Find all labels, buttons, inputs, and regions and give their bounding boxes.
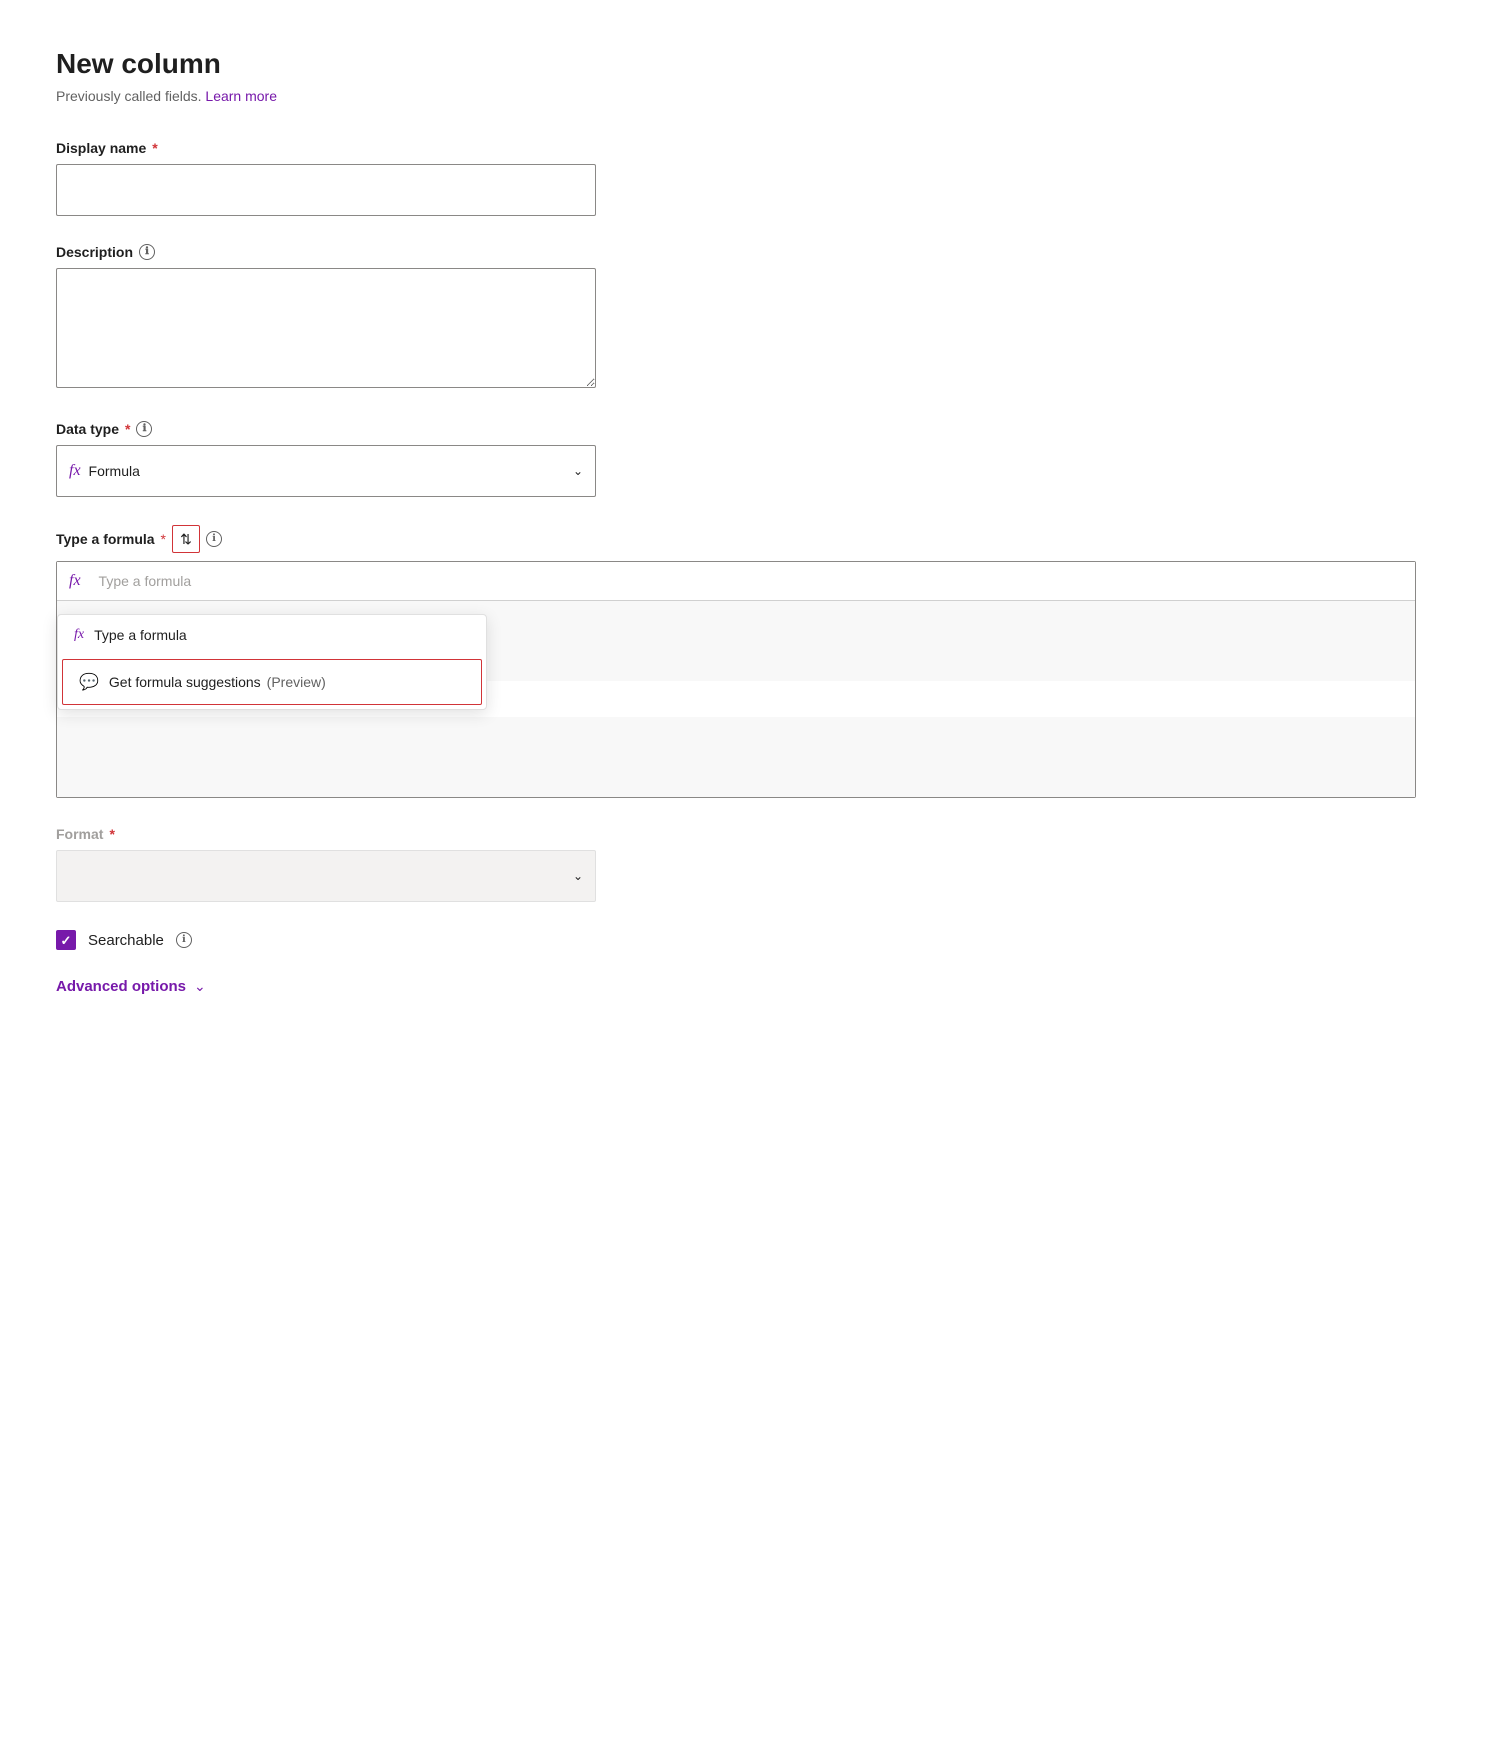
formula-editor-wrapper: fx Type a formula fx Type a formula 💬 Ge… xyxy=(56,561,1416,798)
description-group: Description ℹ xyxy=(56,244,1429,393)
searchable-checkbox[interactable]: ✓ xyxy=(56,930,76,950)
formula-placeholder: Type a formula xyxy=(99,573,192,589)
page-title: New column xyxy=(56,48,1429,80)
searchable-row: ✓ Searchable ℹ xyxy=(56,930,1429,950)
searchable-info-icon[interactable]: ℹ xyxy=(176,932,192,948)
formula-info-icon[interactable]: ℹ xyxy=(206,531,222,547)
page-subtitle: Previously called fields. Learn more xyxy=(56,88,1429,104)
formula-blank-body xyxy=(57,717,1415,797)
data-type-info-icon[interactable]: ℹ xyxy=(136,421,152,437)
formula-editor: fx Type a formula fx Type a formula 💬 Ge… xyxy=(56,561,1416,798)
fx-icon: fx xyxy=(69,462,81,480)
advanced-options-chevron-icon: ⌄ xyxy=(194,978,206,995)
display-name-label: Display name * xyxy=(56,140,1429,156)
dropdown-chat-icon: 💬 xyxy=(79,672,99,692)
checkmark-icon: ✓ xyxy=(61,934,72,947)
display-name-group: Display name * xyxy=(56,140,1429,216)
format-label: Format * xyxy=(56,826,1429,842)
formula-dropdown-item-suggestions[interactable]: 💬 Get formula suggestions (Preview) xyxy=(62,659,482,705)
formula-label: Type a formula xyxy=(56,531,155,547)
data-type-chevron-icon: ⌄ xyxy=(573,464,583,478)
formula-dropdown: fx Type a formula 💬 Get formula suggesti… xyxy=(57,614,487,710)
formula-top-bar: fx Type a formula xyxy=(57,562,1415,601)
formula-expand-button[interactable]: ⇅ xyxy=(172,525,200,553)
format-chevron-icon: ⌄ xyxy=(573,869,583,883)
data-type-label: Data type * ℹ xyxy=(56,421,1429,437)
display-name-input[interactable] xyxy=(56,164,596,216)
formula-dropdown-item-type[interactable]: fx Type a formula xyxy=(58,615,486,655)
formula-fx-icon: fx xyxy=(69,572,81,590)
learn-more-link[interactable]: Learn more xyxy=(205,88,277,104)
advanced-options-label: Advanced options xyxy=(56,978,186,995)
dropdown-fx-icon: fx xyxy=(74,627,84,643)
expand-icon: ⇅ xyxy=(180,531,192,548)
data-type-group: Data type * ℹ fx Formula ⌄ xyxy=(56,421,1429,497)
required-star: * xyxy=(152,140,157,156)
data-type-select[interactable]: fx Formula ⌄ xyxy=(56,445,596,497)
formula-required-star: * xyxy=(161,531,166,547)
formula-section: Type a formula * ⇅ ℹ fx Type a formula f… xyxy=(56,525,1429,798)
searchable-label: Searchable xyxy=(88,932,164,949)
description-label: Description ℹ xyxy=(56,244,1429,260)
description-info-icon[interactable]: ℹ xyxy=(139,244,155,260)
format-group: Format * ⌄ xyxy=(56,826,1429,902)
format-select[interactable]: ⌄ xyxy=(56,850,596,902)
advanced-options-row[interactable]: Advanced options ⌄ xyxy=(56,978,1429,995)
formula-label-row: Type a formula * ⇅ ℹ xyxy=(56,525,1429,553)
required-star-2: * xyxy=(125,421,130,437)
description-input[interactable] xyxy=(56,268,596,388)
format-required-star: * xyxy=(109,826,114,842)
